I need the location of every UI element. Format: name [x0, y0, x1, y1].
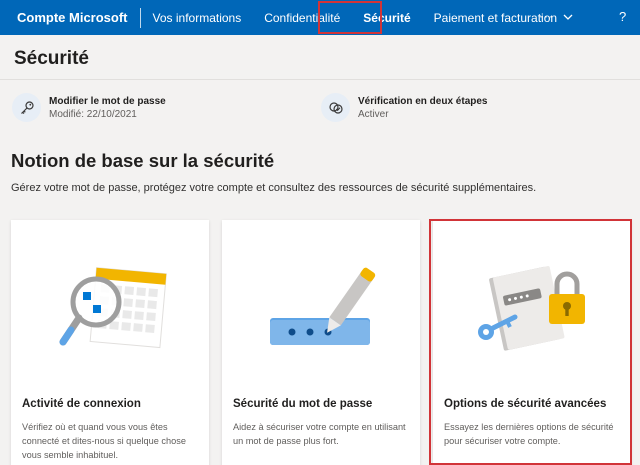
two-step-verification-link[interactable]: Vérification en deux étapes Activer — [321, 93, 488, 122]
change-password-date: Modifié: 22/10/2021 — [49, 108, 137, 120]
nav-divider — [139, 7, 141, 28]
card-title: Sécurité du mot de passe — [233, 398, 373, 410]
page-title: Sécurité — [14, 48, 89, 69]
brand-link[interactable]: Compte Microsoft — [0, 10, 140, 25]
two-step-title: Vérification en deux étapes — [358, 95, 488, 107]
password-field-pencil-icon — [270, 267, 376, 345]
key-icon — [12, 93, 41, 122]
selected-card-highlight — [429, 219, 632, 465]
header-divider — [0, 79, 640, 80]
nav-item-vos-informations[interactable]: Vos informations — [153, 11, 242, 25]
section-description: Gérez votre mot de passe, protégez votre… — [11, 182, 537, 194]
change-password-link[interactable]: Modifier le mot de passe Modifié: 22/10/… — [12, 93, 166, 122]
two-step-icon — [321, 93, 350, 122]
more-options-button[interactable]: ··· — [539, 9, 554, 23]
chevron-down-icon — [563, 14, 573, 20]
calendar-magnifier-icon — [59, 267, 167, 349]
change-password-title: Modifier le mot de passe — [49, 95, 166, 107]
card-description: Aidez à sécuriser votre compte en utilis… — [233, 422, 406, 446]
help-button[interactable]: ? — [619, 9, 626, 24]
two-step-status: Activer — [358, 108, 389, 120]
card-password-security[interactable]: Sécurité du mot de passe Aidez à sécuris… — [222, 220, 420, 465]
card-sign-in-activity[interactable]: Activité de connexion Vérifiez où et qua… — [11, 220, 209, 465]
section-title: Notion de base sur la sécurité — [11, 150, 275, 171]
card-title: Activité de connexion — [22, 398, 141, 410]
active-nav-highlight — [318, 1, 382, 34]
card-description: Vérifiez où et quand vous vous êtes conn… — [22, 422, 186, 460]
